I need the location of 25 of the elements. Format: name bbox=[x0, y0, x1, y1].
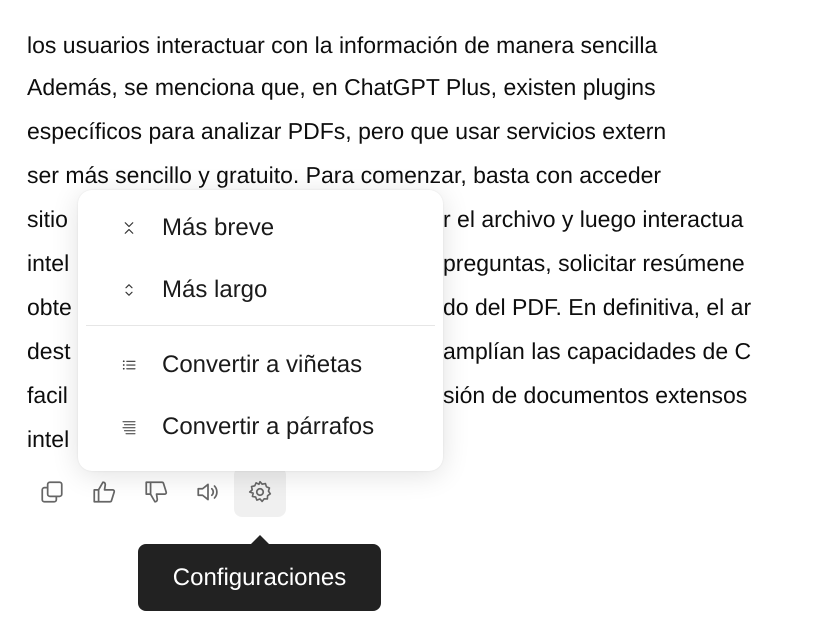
gear-icon bbox=[247, 479, 273, 505]
text-fragment: obte bbox=[27, 294, 72, 320]
paragraph-lines-icon bbox=[120, 418, 138, 436]
text-fragment: do del PDF. En definitiva, el ar bbox=[443, 293, 752, 322]
text-line: específicos para analizar PDFs, pero que usar servicios extern bbox=[27, 117, 666, 146]
menu-item[interactable]: Más breve bbox=[86, 197, 435, 259]
copy-icon bbox=[39, 479, 65, 505]
text-line: ser más sencillo y gratuito. Para comenzar, basta con acceder bbox=[27, 161, 662, 190]
text-fragment: r el archivo y luego interactua bbox=[443, 205, 744, 234]
text-fragment: sitio bbox=[27, 206, 68, 232]
text-fragment: intel bbox=[27, 250, 70, 276]
text-line: Además, se menciona que, en ChatGPT Plus, existen plugins bbox=[27, 73, 656, 102]
text-line: los usuarios interactuar con la información de manera sencilla bbox=[27, 31, 658, 60]
text-fragment: preguntas, solicitar resúmene bbox=[443, 249, 745, 278]
menu-item[interactable]: Más largo bbox=[86, 259, 435, 321]
tooltip: Configuraciones bbox=[138, 544, 381, 611]
text-fragment: amplían las capacidades de C bbox=[443, 337, 752, 366]
text-fragment: intel bbox=[27, 426, 70, 452]
thumbs-up-icon bbox=[91, 479, 117, 505]
menu-item[interactable]: Convertir a viñetas bbox=[86, 334, 435, 396]
text-fragment: dest bbox=[27, 338, 70, 364]
text-fragment: sión de documentos extensos bbox=[443, 381, 748, 410]
thumbs-down-icon bbox=[143, 479, 169, 505]
text-fragment: facil bbox=[27, 382, 68, 408]
menu-item[interactable]: Convertir a párrafos bbox=[86, 396, 435, 458]
